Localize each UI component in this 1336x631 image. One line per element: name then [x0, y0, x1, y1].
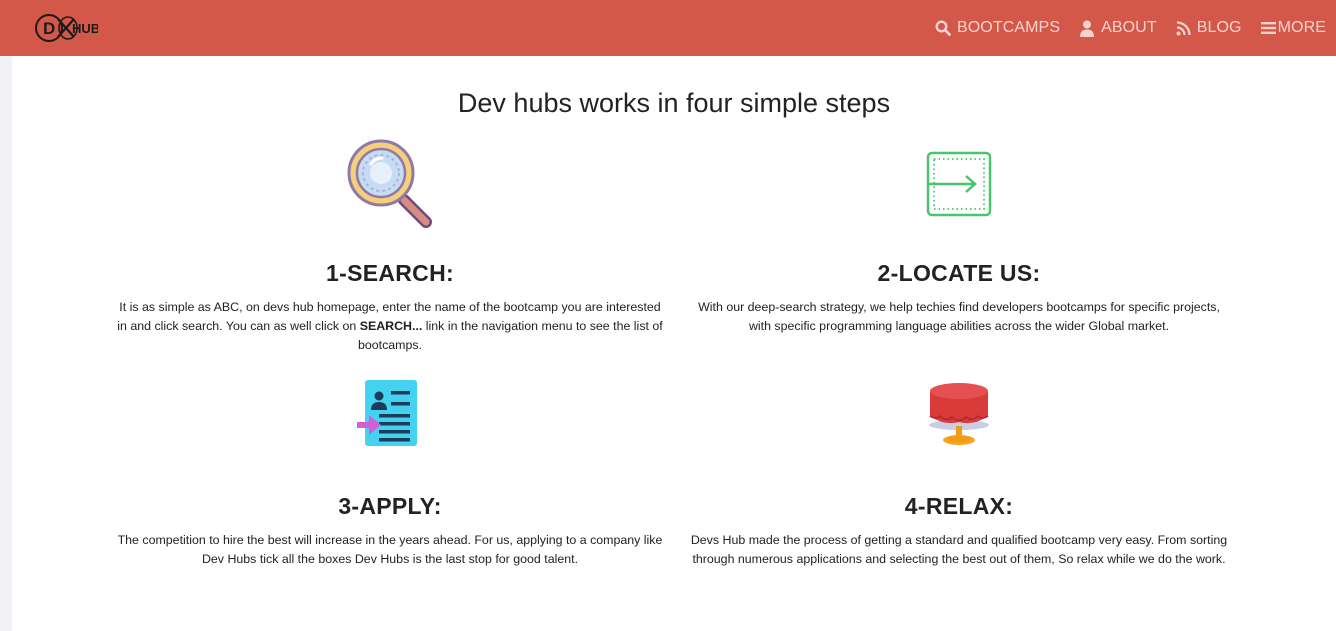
step-relax: 4-RELAX: Devs Hub made the process of ge… — [686, 365, 1232, 569]
step-description: Devs Hub made the process of getting a s… — [690, 533, 1228, 566]
magnifier-icon — [347, 139, 432, 228]
top-navbar: D HUB BOOTCAMPS ABOUT BLOG MORE — [0, 0, 1336, 56]
nav-link-bootcamps[interactable]: BOOTCAMPS — [935, 19, 1060, 37]
dxhub-logo-icon: D HUB — [35, 14, 98, 42]
step-search: 1-SEARCH: It is as simple as ABC, on dev… — [117, 138, 663, 355]
search-emphasis: SEARCH... — [359, 319, 423, 333]
nav-links: BOOTCAMPS ABOUT BLOG MORE — [935, 19, 1326, 37]
step-title: 1-SEARCH: — [326, 260, 454, 286]
nav-link-label: BLOG — [1196, 19, 1242, 36]
page-heading: Dev hubs works in four simple steps — [457, 88, 891, 118]
rss-icon — [1176, 20, 1191, 35]
step-title: 3-APPLY: — [338, 493, 442, 519]
application-form-icon — [357, 380, 417, 446]
nav-link-label: BOOTCAMPS — [956, 19, 1061, 36]
nav-link-about[interactable]: ABOUT — [1079, 19, 1157, 37]
step-description: It is as simple as ABC, on devs hub home… — [117, 300, 663, 352]
left-side-strip — [0, 56, 12, 631]
user-icon — [1080, 20, 1095, 37]
table-icon — [929, 383, 989, 445]
site-logo[interactable]: D HUB — [34, 8, 98, 48]
step-title: 2-LOCATE US: — [877, 260, 1041, 286]
svg-text:HUB: HUB — [72, 21, 98, 36]
menu-icon — [1260, 22, 1276, 34]
step-description: The competition to hire the best will in… — [117, 533, 663, 566]
step-description: With our deep-search strategy, we help t… — [698, 300, 1220, 333]
search-icon — [935, 20, 951, 36]
enter-arrow-icon — [926, 151, 992, 217]
nav-link-more[interactable]: MORE — [1260, 19, 1326, 37]
svg-text:D: D — [43, 19, 55, 38]
step-locate-us: 2-LOCATE US: With our deep-search strate… — [686, 138, 1232, 336]
nav-link-label: MORE — [1277, 19, 1326, 36]
nav-link-blog[interactable]: BLOG — [1176, 19, 1242, 37]
step-title: 4-RELAX: — [904, 493, 1014, 519]
nav-link-label: ABOUT — [1101, 19, 1157, 36]
step-apply: 3-APPLY: The competition to hire the bes… — [117, 365, 663, 569]
